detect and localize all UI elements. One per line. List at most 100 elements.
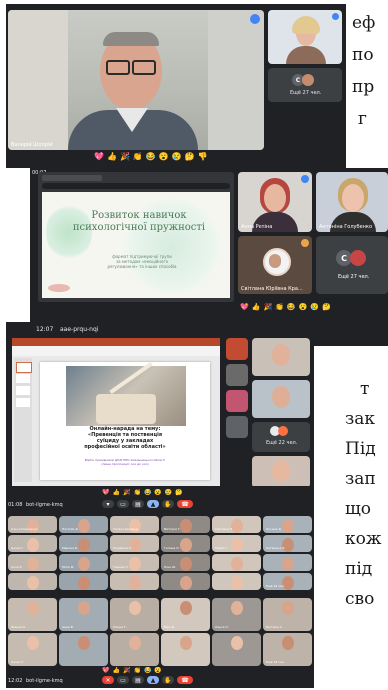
reaction-thumbs-down-icon[interactable]: 👎 (198, 152, 208, 162)
raise-hand-button[interactable]: ✋ (162, 676, 174, 684)
present-button[interactable]: ▲ (147, 676, 159, 684)
participant-tile[interactable]: Ещё 18 чел. (263, 633, 312, 666)
raise-hand-button[interactable]: ✋ (162, 500, 174, 508)
leave-call-button[interactable]: ☎ (177, 500, 193, 508)
speaker-tile[interactable]: Валерій Шопрій (8, 10, 264, 150)
participant-tile[interactable] (252, 338, 310, 376)
captions-button[interactable]: ▤ (132, 676, 144, 684)
participant-tile[interactable]: Вікторія Т. (161, 516, 210, 533)
participant-tile[interactable]: Ещё 16 чел. (263, 573, 312, 590)
participant-tile[interactable]: Жанна О. (8, 598, 57, 631)
participant-tile[interactable] (212, 573, 261, 590)
participant-tile[interactable]: Віра Д. (161, 598, 210, 631)
reaction-sad-icon[interactable]: 😢 (165, 488, 172, 498)
participant-tile[interactable] (252, 380, 310, 418)
participant-tile[interactable]: Тетяна Кравець (110, 516, 159, 533)
reaction-thinking-icon[interactable]: 🤔 (175, 488, 182, 498)
participant-tile[interactable] (226, 364, 248, 386)
browser-tab[interactable] (42, 175, 102, 181)
participant-tile[interactable] (212, 633, 261, 666)
reaction-surprised-icon[interactable]: 😮 (299, 302, 308, 312)
participant-tile[interactable]: Оксана Д. (263, 516, 312, 533)
participant-tile[interactable] (110, 633, 159, 666)
reaction-heart-icon[interactable]: 💖 (240, 302, 249, 312)
participant-tile[interactable] (110, 573, 159, 590)
participant-tile[interactable] (59, 573, 108, 590)
reaction-thinking-icon[interactable]: 🤔 (185, 152, 195, 162)
participant-tile[interactable]: Олена Т. (110, 598, 159, 631)
participant-tile[interactable]: Юлія М. (59, 554, 108, 571)
more-participants-tile[interactable]: C Ещё 27 чел. (316, 236, 388, 294)
reaction-thumbs-up-icon[interactable]: 👍 (112, 666, 119, 676)
reaction-thumbs-up-icon[interactable]: 👍 (112, 488, 119, 498)
leave-call-button[interactable]: ☎ (177, 676, 193, 684)
participant-tile[interactable] (252, 456, 310, 488)
more-participants-tile[interactable]: C Ещё 27 чел. (268, 68, 342, 102)
reaction-laugh-icon[interactable]: 😂 (144, 666, 151, 676)
participant-tile[interactable] (226, 416, 248, 438)
participant-tile[interactable]: Вікторія С. (263, 598, 312, 631)
camera-toggle-button[interactable]: ▭ (117, 500, 129, 508)
reaction-party-icon[interactable]: 🎉 (123, 666, 130, 676)
more-participants-tile[interactable]: Ещё 22 чел. (252, 422, 310, 452)
reaction-clap-icon[interactable]: 👏 (275, 302, 284, 312)
reactions-bar[interactable]: 💖 👍 🎉 👏 😂 😮 😢 🤔 (102, 488, 183, 498)
reaction-surprised-icon[interactable]: 😮 (154, 666, 161, 676)
participant-tile[interactable]: Ніна Ж. (161, 554, 210, 571)
reaction-heart-icon[interactable]: 💖 (102, 666, 109, 676)
reaction-clap-icon[interactable]: 👏 (133, 152, 143, 162)
participant-tile[interactable] (212, 554, 261, 571)
reaction-clap-icon[interactable]: 👏 (133, 666, 140, 676)
participant-tile[interactable]: Наталія Д. (59, 516, 108, 533)
mic-toggle-button[interactable]: ▾ (102, 500, 114, 508)
participant-tile[interactable] (59, 633, 108, 666)
reaction-sad-icon[interactable]: 😢 (310, 302, 319, 312)
reactions-bar[interactable]: 💖 👍 🎉 👏 😂 😮 😢 🤔 👎 (94, 152, 208, 162)
reaction-thinking-icon[interactable]: 🤔 (322, 302, 331, 312)
reactions-bar[interactable]: 💖 👍 🎉 👏 😂 😮 😢 🤔 (240, 302, 331, 312)
participant-tile[interactable] (8, 573, 57, 590)
participant-tile[interactable] (161, 573, 210, 590)
participant-tile[interactable]: Ірина С. (8, 535, 57, 552)
camera-toggle-button[interactable]: ▭ (117, 676, 129, 684)
participant-tile[interactable]: Ірина Н. (8, 633, 57, 666)
participant-tile[interactable]: Ольга Ковальчук (8, 516, 57, 533)
participant-tile[interactable] (263, 554, 312, 571)
reaction-party-icon[interactable]: 🎉 (120, 152, 130, 162)
participant-tile[interactable]: Ольга П. (212, 598, 261, 631)
reactions-bar[interactable]: 💖 👍 🎉 👏 😂 😮 (102, 666, 162, 676)
reaction-laugh-icon[interactable]: 😂 (144, 488, 151, 498)
reaction-party-icon[interactable]: 🎉 (263, 302, 272, 312)
participant-tile[interactable]: Алла Р. (8, 554, 57, 571)
reaction-thumbs-up-icon[interactable]: 👍 (252, 302, 261, 312)
participant-tile[interactable] (226, 390, 248, 412)
shared-browser-window[interactable]: Розвиток навичок психологічної пружності… (38, 172, 234, 302)
reaction-heart-icon[interactable]: 💖 (102, 488, 109, 498)
participant-tile-antonina[interactable]: Антоніна Голубенко (316, 172, 388, 232)
reaction-party-icon[interactable]: 🎉 (123, 488, 130, 498)
participant-tile[interactable]: Катерина Л. (263, 535, 312, 552)
participant-tile[interactable] (161, 633, 210, 666)
shared-powerpoint-window[interactable]: Онлайн-нарада на тему: «Превенція та пос… (12, 338, 220, 488)
participant-tile[interactable]: Тамара Н. (110, 554, 159, 571)
participant-tile[interactable]: Надія Т. (212, 535, 261, 552)
mic-toggle-button[interactable]: ✕ (102, 676, 114, 684)
address-bar[interactable] (42, 183, 230, 189)
reaction-surprised-icon[interactable]: 😮 (154, 488, 161, 498)
participant-tile[interactable]: Марина Б. (59, 535, 108, 552)
reaction-surprised-icon[interactable]: 😮 (159, 152, 169, 162)
reaction-clap-icon[interactable]: 👏 (133, 488, 140, 498)
reaction-thumbs-up-icon[interactable]: 👍 (107, 152, 117, 162)
present-button[interactable]: ▲ (147, 500, 159, 508)
participant-tile-svitlana[interactable]: Світлана Юріївна Кра... (238, 236, 312, 294)
participant-tile[interactable]: Людмила О. (110, 535, 159, 552)
participant-tile[interactable]: Світлана П. (212, 516, 261, 533)
participant-tile[interactable] (226, 338, 248, 360)
reaction-laugh-icon[interactable]: 😂 (287, 302, 296, 312)
participant-tile[interactable]: Анна В. (59, 598, 108, 631)
participant-tile[interactable]: Галина П. (161, 535, 210, 552)
reaction-heart-icon[interactable]: 💖 (94, 152, 104, 162)
slide-thumbnails[interactable] (14, 358, 32, 482)
captions-button[interactable]: ▤ (132, 500, 144, 508)
ribbon-toolbar[interactable] (12, 346, 220, 356)
